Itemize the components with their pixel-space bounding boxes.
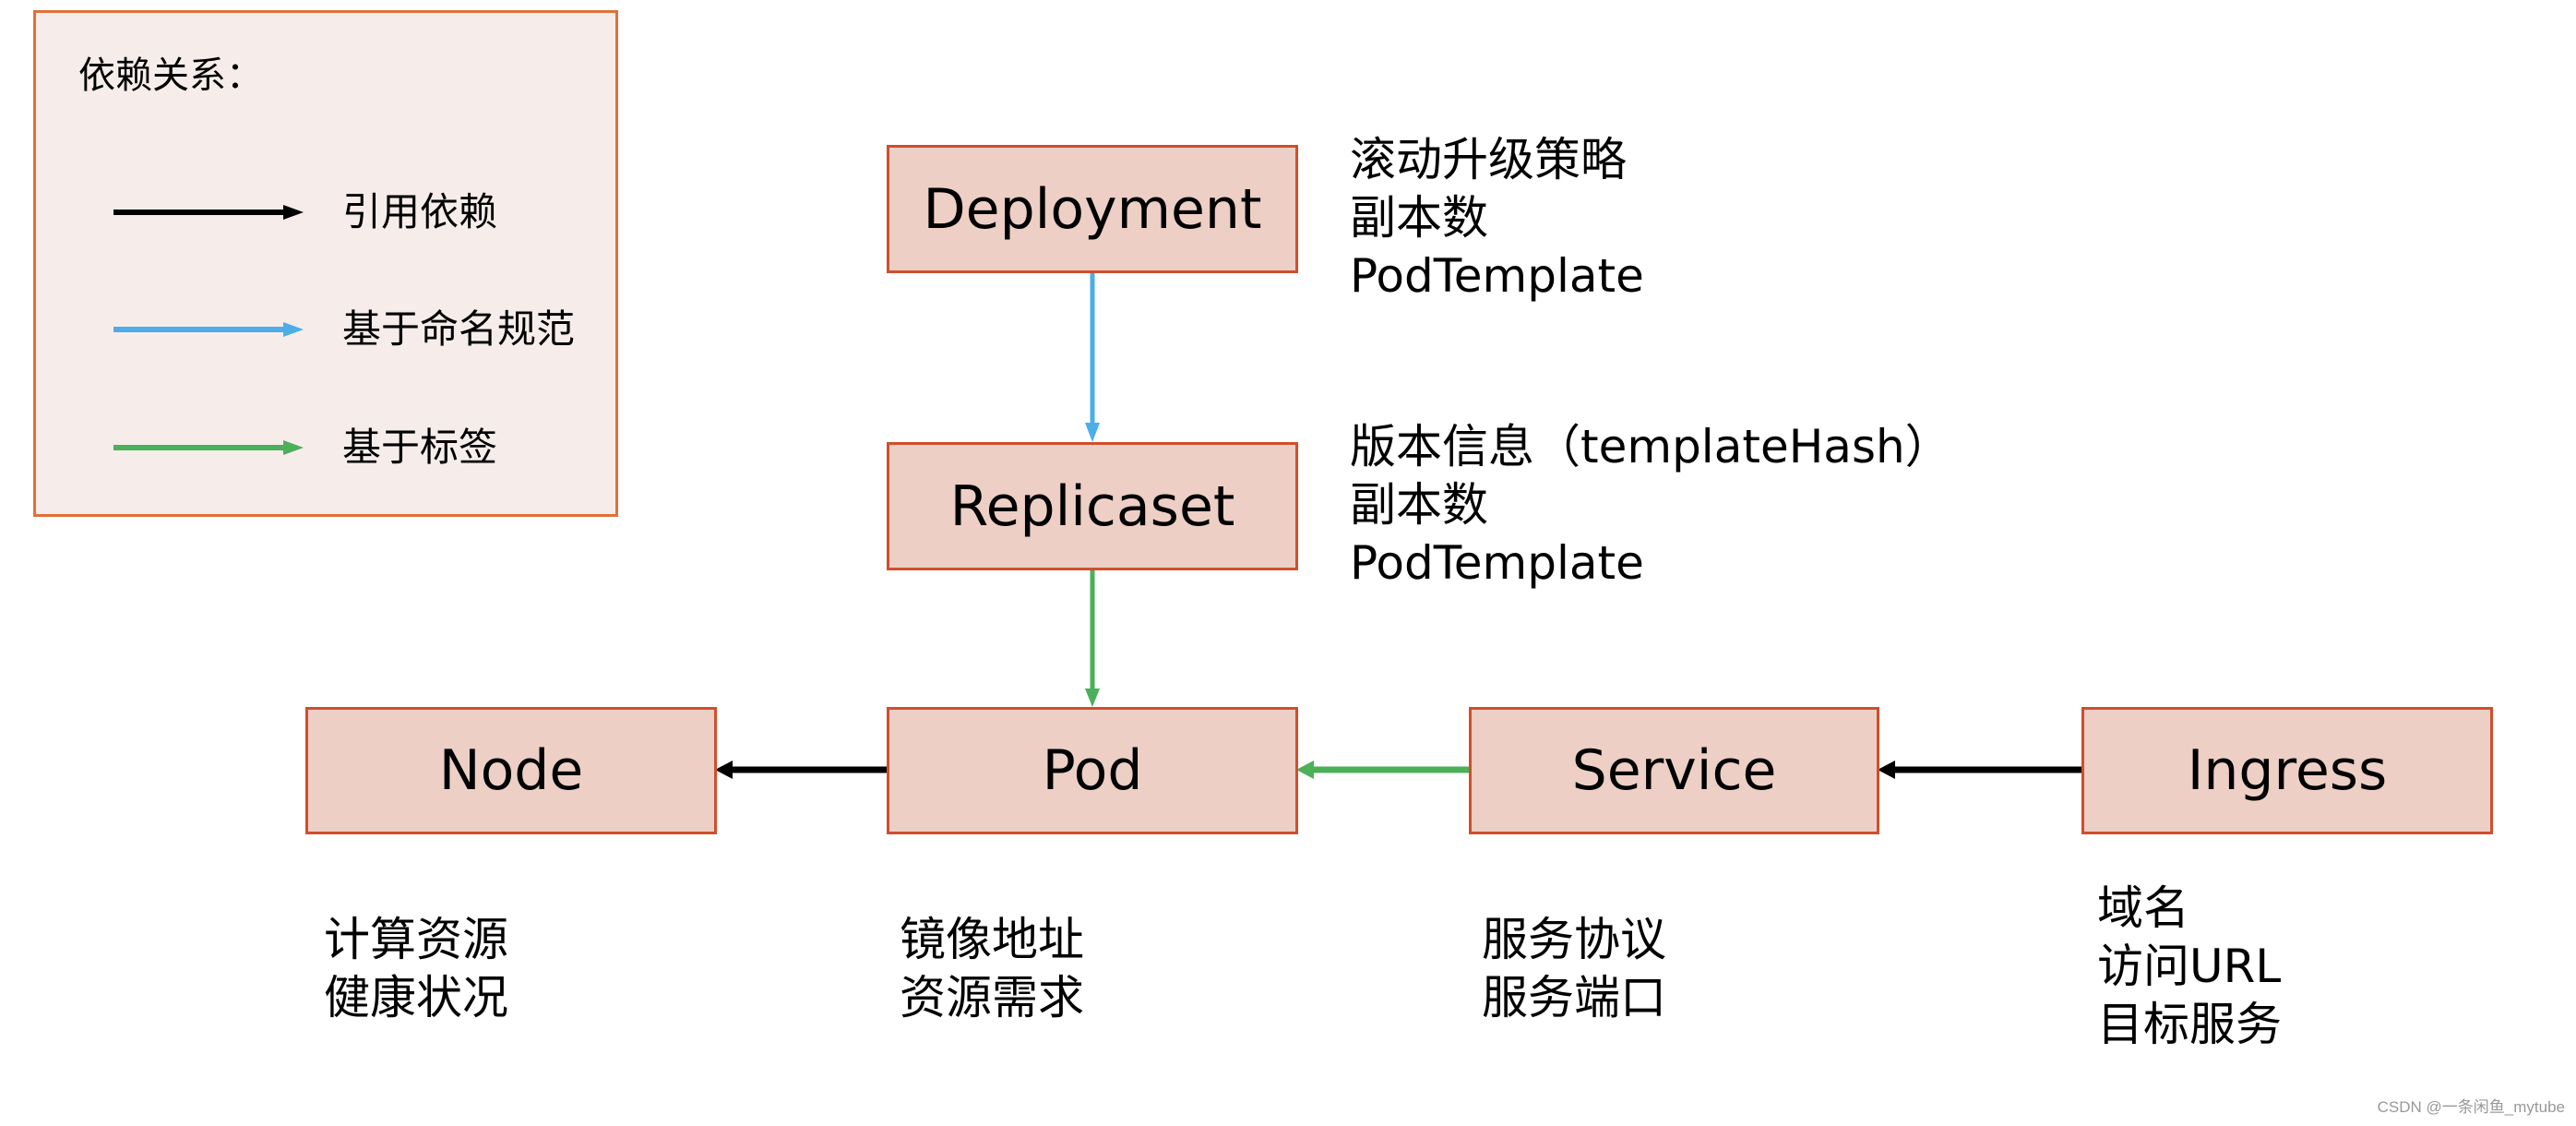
ingress-note: 目标服务 [2097,998,2282,1051]
legend-item-reference: 引用依赖 [36,185,615,240]
legend: 依赖关系： 引用依赖 基于命名规范 基于标签 [33,10,618,517]
ingress-notes: 域名 访问URL 目标服务 [2097,880,2282,1054]
black-arrow-icon [113,205,304,220]
service-node[interactable]: Service [1469,707,1879,834]
legend-title: 依赖关系： [78,54,263,97]
node-node[interactable]: Node [305,707,717,834]
green-arrow-icon [113,440,304,455]
replicaset-label: Replicaset [949,473,1235,539]
pod-notes: 镜像地址 资源需求 [900,911,1084,1027]
ingress-note: 访问URL [2097,940,2282,993]
service-note: 服务协议 [1482,913,1666,966]
pod-note: 资源需求 [900,971,1084,1024]
pod-note: 镜像地址 [900,913,1084,966]
legend-item-label-selector: 基于标签 [36,420,615,475]
deployment-label: Deployment [923,176,1262,242]
legend-label-label-selector: 基于标签 [342,425,498,470]
replicaset-note: 版本信息（templateHash） [1350,420,1951,473]
deployment-notes: 滚动升级策略 副本数 PodTemplate [1350,131,1644,305]
edge-replicaset-pod [1085,570,1100,707]
pod-label: Pod [1042,738,1143,803]
edge-service-pod [1296,761,1469,779]
deployment-node[interactable]: Deployment [887,145,1298,273]
service-notes: 服务协议 服务端口 [1482,911,1666,1027]
node-label: Node [438,738,584,803]
replicaset-notes: 版本信息（templateHash） 副本数 PodTemplate [1350,418,1951,593]
ingress-note: 域名 [2097,881,2189,935]
legend-label-naming-convention: 基于命名规范 [342,306,576,352]
node-notes: 计算资源 健康状况 [324,911,508,1027]
service-note: 服务端口 [1482,971,1666,1024]
blue-arrow-icon [113,322,304,337]
edge-pod-node [715,761,887,779]
pod-node[interactable]: Pod [887,707,1298,834]
legend-label-reference: 引用依赖 [342,189,498,234]
replicaset-note: 副本数 [1350,478,1488,532]
replicaset-note: PodTemplate [1350,536,1644,590]
node-note: 健康状况 [324,971,508,1024]
ingress-label: Ingress [2187,738,2388,803]
ingress-node[interactable]: Ingress [2081,707,2493,834]
edge-ingress-service [1878,761,2081,779]
deployment-note: 副本数 [1350,191,1488,245]
deployment-note: 滚动升级策略 [1350,133,1627,186]
replicaset-node[interactable]: Replicaset [887,442,1298,570]
edge-deployment-replicaset [1085,273,1100,442]
node-note: 计算资源 [324,913,508,966]
deployment-note: PodTemplate [1350,249,1644,303]
legend-item-naming-convention: 基于命名规范 [36,302,615,357]
watermark: CSDN @一条闲鱼_mytube [2377,1098,2565,1116]
service-label: Service [1571,738,1777,803]
